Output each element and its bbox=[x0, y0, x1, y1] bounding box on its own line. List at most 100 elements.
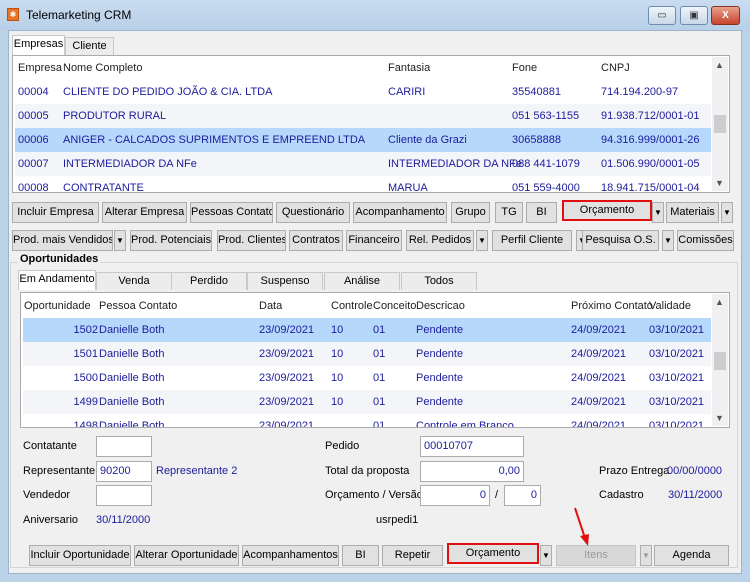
maximize-button[interactable]: ▣ bbox=[680, 6, 708, 25]
grupo-button[interactable]: Grupo bbox=[451, 202, 490, 223]
tab-empresas[interactable]: Empresas bbox=[12, 35, 65, 55]
orcamento-button[interactable]: Orçamento bbox=[447, 543, 539, 564]
orcamento-input[interactable]: 0 bbox=[420, 485, 490, 506]
cell-empresa: 00005 bbox=[18, 110, 49, 122]
column-header-data[interactable]: Data bbox=[259, 300, 282, 312]
table-row[interactable]: 00004CLIENTE DO PEDIDO JOÃO & CIA. LTDAC… bbox=[15, 80, 711, 104]
questionario-button[interactable]: Questionário bbox=[276, 202, 350, 223]
rel-pedidos-button[interactable]: Rel. Pedidos bbox=[406, 230, 474, 251]
incluir-empresa-button[interactable]: Incluir Empresa bbox=[12, 202, 99, 223]
agenda-button[interactable]: Agenda bbox=[654, 545, 729, 566]
dropdown-arrow-icon[interactable]: ▼ bbox=[114, 230, 126, 251]
cell-data: 23/09/2021 bbox=[259, 396, 314, 408]
pedido-input[interactable]: 00010707 bbox=[420, 436, 524, 457]
aniversario-value: 30/11/2000 bbox=[96, 514, 150, 526]
empresas-grid[interactable]: ▲ ▼ EmpresaNome Completo Fantasia Fone CNPJ… bbox=[12, 55, 730, 193]
column-header-fone[interactable]: Fone bbox=[512, 62, 537, 74]
total-input[interactable]: 0,00 bbox=[420, 461, 524, 482]
column-header-cnpj[interactable]: CNPJ bbox=[601, 62, 630, 74]
comissoes-button[interactable]: Comissões bbox=[677, 230, 734, 251]
prod-clientes-button[interactable]: Prod. Clientes bbox=[217, 230, 286, 251]
scroll-down-icon[interactable]: ▼ bbox=[715, 178, 724, 188]
column-header-controle[interactable]: Controle bbox=[331, 300, 373, 312]
minimize-button[interactable]: ▭ bbox=[648, 6, 676, 25]
vendedor-input[interactable] bbox=[96, 485, 152, 506]
financeiro-button[interactable]: Financeiro bbox=[346, 230, 402, 251]
table-row[interactable]: 00006ANIGER - CALCADOS SUPRIMENTOS E EMP… bbox=[15, 128, 711, 152]
scroll-thumb[interactable] bbox=[714, 352, 726, 370]
column-header-descricao[interactable]: Descricao bbox=[416, 300, 465, 312]
cadastro-label: Cadastro bbox=[599, 489, 644, 501]
dropdown-arrow-icon[interactable]: ▼ bbox=[640, 545, 652, 566]
versao-input[interactable]: 0 bbox=[504, 485, 541, 506]
cell-proximo-contato: 24/09/2021 bbox=[571, 324, 626, 336]
aniversario-label: Aniversario bbox=[23, 514, 78, 526]
dropdown-arrow-icon[interactable]: ▼ bbox=[721, 202, 733, 223]
column-header-conceito[interactable]: Conceito bbox=[373, 300, 416, 312]
pesquisa-o-s-button[interactable]: Pesquisa O.S. bbox=[582, 230, 659, 251]
cell-oportunidade: 1500 bbox=[23, 372, 98, 384]
contratos-button[interactable]: Contratos bbox=[289, 230, 343, 251]
column-header-nome-completo[interactable]: Nome Completo bbox=[63, 62, 142, 74]
orcamento-button[interactable]: Orçamento bbox=[562, 200, 652, 221]
dropdown-arrow-icon[interactable]: ▼ bbox=[652, 202, 664, 223]
acompanhamento-button[interactable]: Acompanhamento bbox=[353, 202, 447, 223]
cell-conceito: 01 bbox=[373, 324, 385, 336]
cell-conceito: 01 bbox=[373, 348, 385, 360]
scroll-up-icon[interactable]: ▲ bbox=[715, 60, 724, 70]
table-row[interactable]: 00007INTERMEDIADOR DA NFeINTERMEDIADOR D… bbox=[15, 152, 711, 176]
dropdown-arrow-icon[interactable]: ▼ bbox=[540, 545, 552, 566]
acompanhamentos-button[interactable]: Acompanhamentos bbox=[242, 545, 339, 566]
tab-perdido[interactable]: Perdido bbox=[171, 272, 247, 290]
column-header-proximo-contato[interactable]: Próximo Contato bbox=[571, 300, 653, 312]
cell-pessoa-contato: Danielle Both bbox=[99, 348, 164, 360]
oportunidades-scrollbar[interactable]: ▲ ▼ bbox=[712, 294, 728, 426]
repetir-button[interactable]: Repetir bbox=[382, 545, 443, 566]
alterar-oportunidade-button[interactable]: Alterar Oportunidade bbox=[134, 545, 239, 566]
contatante-input[interactable] bbox=[96, 436, 152, 457]
table-row[interactable]: 00008CONTRATANTEMARUA051 559-400018.941.… bbox=[15, 176, 711, 193]
dropdown-arrow-icon[interactable]: ▼ bbox=[662, 230, 674, 251]
bi-button[interactable]: BI bbox=[342, 545, 379, 566]
tg-button[interactable]: TG bbox=[495, 202, 523, 223]
scroll-down-icon[interactable]: ▼ bbox=[715, 413, 724, 423]
tab-suspenso[interactable]: Suspenso bbox=[247, 272, 323, 290]
empresas-scrollbar[interactable]: ▲ ▼ bbox=[712, 57, 728, 191]
crm-app-icon: ✱ bbox=[7, 8, 19, 21]
column-header-oportunidade[interactable]: Oportunidade bbox=[24, 300, 91, 312]
tab-cliente[interactable]: Cliente bbox=[65, 37, 114, 55]
tab-venda[interactable]: Venda bbox=[96, 272, 172, 290]
table-row[interactable]: 1498Danielle Both23/09/202101Controle em… bbox=[23, 414, 711, 428]
table-row[interactable]: 1501Danielle Both23/09/20211001Pendente2… bbox=[23, 342, 711, 366]
column-header-pessoa-contato[interactable]: Pessoa Contato bbox=[99, 300, 177, 312]
perfil-cliente-button[interactable]: Perfil Cliente bbox=[492, 230, 572, 251]
pessoas-contato-button[interactable]: Pessoas Contato bbox=[190, 202, 273, 223]
prod-potenciais-button[interactable]: Prod. Potenciais bbox=[130, 230, 212, 251]
materiais-button[interactable]: Materiais bbox=[666, 202, 719, 223]
tab-em-andamento[interactable]: Em Andamento bbox=[18, 270, 96, 290]
representante-input[interactable]: 90200 bbox=[96, 461, 152, 482]
prod-mais-vendidos-button[interactable]: Prod. mais Vendidos bbox=[12, 230, 113, 251]
scroll-up-icon[interactable]: ▲ bbox=[715, 297, 724, 307]
dropdown-arrow-icon[interactable]: ▼ bbox=[476, 230, 488, 251]
close-button[interactable]: X bbox=[711, 6, 740, 25]
total-label: Total da proposta bbox=[325, 465, 409, 477]
table-row[interactable]: 1500Danielle Both23/09/20211001Pendente2… bbox=[23, 366, 711, 390]
cell-data: 23/09/2021 bbox=[259, 348, 314, 360]
bi-button[interactable]: BI bbox=[526, 202, 557, 223]
cell-oportunidade: 1498 bbox=[23, 420, 98, 428]
column-header-fantasia[interactable]: Fantasia bbox=[388, 62, 430, 74]
tab-todos[interactable]: Todos bbox=[401, 272, 477, 290]
alterar-empresa-button[interactable]: Alterar Empresa bbox=[102, 202, 187, 223]
scroll-thumb[interactable] bbox=[714, 115, 726, 133]
cell-nome-completo: CLIENTE DO PEDIDO JOÃO & CIA. LTDA bbox=[63, 86, 272, 98]
tab-analise[interactable]: Análise bbox=[324, 272, 400, 290]
column-header-validade[interactable]: Validade bbox=[649, 300, 691, 312]
incluir-oportunidade-button[interactable]: Incluir Oportunidade bbox=[29, 545, 131, 566]
table-row[interactable]: 1502Danielle Both23/09/20211001Pendente2… bbox=[23, 318, 711, 342]
column-header-empresa[interactable]: Empresa bbox=[18, 62, 62, 74]
table-row[interactable]: 1499Danielle Both23/09/20211001Pendente2… bbox=[23, 390, 711, 414]
oportunidades-grid[interactable]: ▲ ▼ Oportunidade Pessoa Contato Data Contro… bbox=[20, 292, 730, 428]
prazo-entrega-label: Prazo Entrega bbox=[599, 465, 669, 477]
table-row[interactable]: 00005PRODUTOR RURAL051 563-115591.938.71… bbox=[15, 104, 711, 128]
